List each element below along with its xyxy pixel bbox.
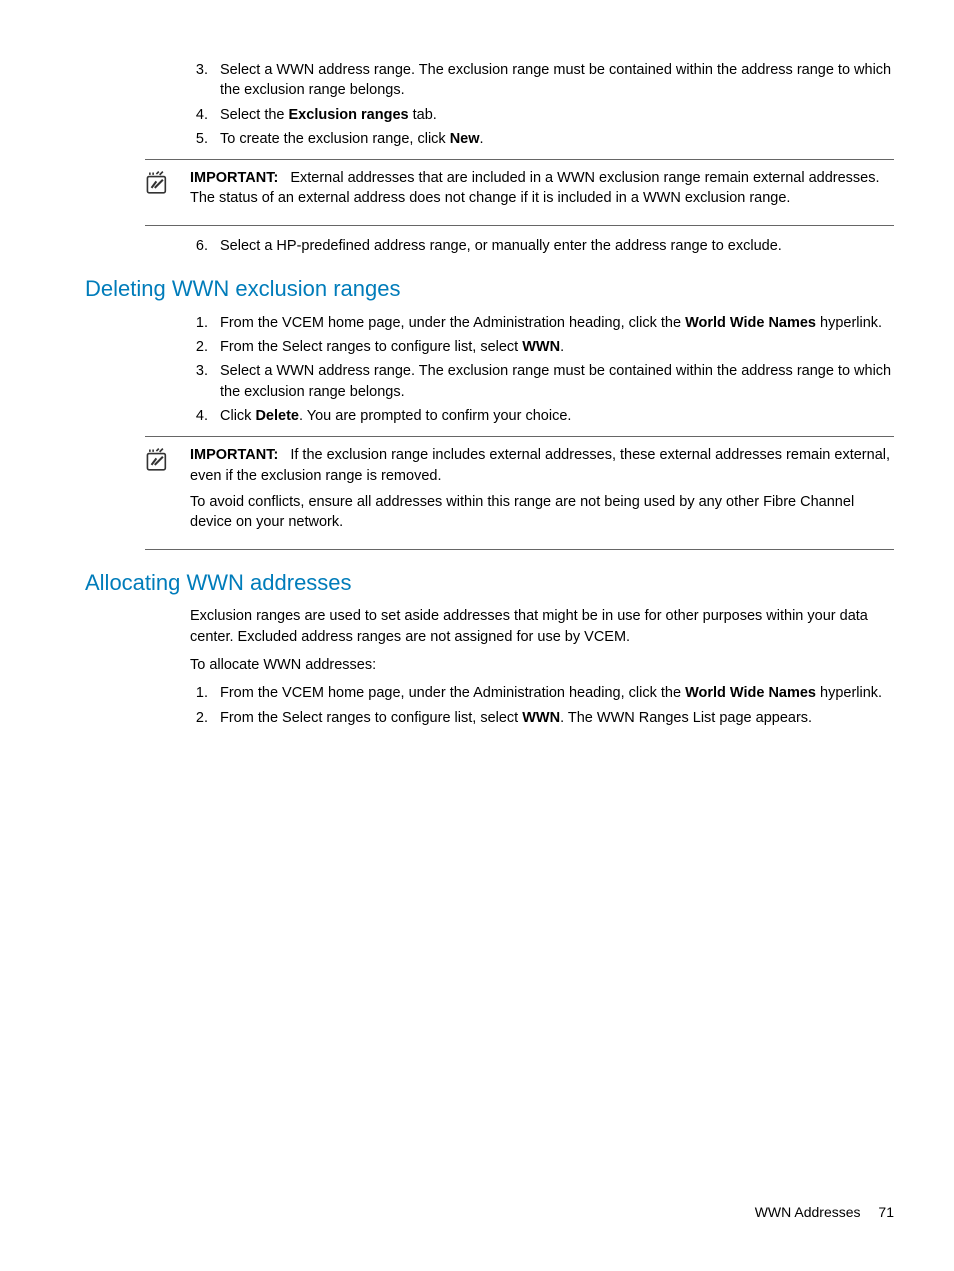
step-number: 2. [190,337,220,357]
step-text: From the VCEM home page, under the Admin… [220,683,894,703]
important-note-1: IMPORTANT:External addresses that are in… [145,159,894,226]
step-text: From the Select ranges to configure list… [220,708,894,728]
step-number: 3. [190,361,220,402]
step-text: Select the Exclusion ranges tab. [220,105,894,125]
step-4: 4. Select the Exclusion ranges tab. [190,105,894,125]
delete-step-1: 1. From the VCEM home page, under the Ad… [190,313,894,333]
step-number: 4. [190,105,220,125]
heading-allocating-wwn-addresses: Allocating WWN addresses [85,568,894,599]
step-number: 5. [190,129,220,149]
bold-text: WWN [522,339,560,355]
step-text: From the VCEM home page, under the Admin… [220,313,894,333]
delete-step-2: 2. From the Select ranges to configure l… [190,337,894,357]
note-label: IMPORTANT: [190,170,278,186]
step-number: 2. [190,708,220,728]
bold-text: WWN [522,710,560,726]
heading-deleting-wwn-exclusion-ranges: Deleting WWN exclusion ranges [85,274,894,305]
step-3: 3. Select a WWN address range. The exclu… [190,60,894,101]
important-note-2: IMPORTANT:If the exclusion range include… [145,436,894,549]
alloc-lead-paragraph: To allocate WWN addresses: [190,655,894,675]
step-6: 6. Select a HP-predefined address range,… [190,236,894,256]
alloc-intro-paragraph: Exclusion ranges are used to set aside a… [190,606,894,647]
step-text: From the Select ranges to configure list… [220,337,894,357]
step-number: 3. [190,60,220,101]
alloc-steps: 1. From the VCEM home page, under the Ad… [190,683,894,728]
bold-text: New [450,131,480,147]
page-number: 71 [878,1204,894,1220]
step-5: 5. To create the exclusion range, click … [190,129,894,149]
step-text: Select a WWN address range. The exclusio… [220,60,894,101]
note-text-1: IMPORTANT:If the exclusion range include… [190,445,894,486]
step-number: 1. [190,683,220,703]
alloc-step-1: 1. From the VCEM home page, under the Ad… [190,683,894,703]
delete-steps: 1. From the VCEM home page, under the Ad… [190,313,894,426]
step-number: 1. [190,313,220,333]
footer-title: WWN Addresses [755,1204,861,1220]
alloc-step-2: 2. From the Select ranges to configure l… [190,708,894,728]
bold-text: World Wide Names [685,315,816,331]
step-6-list: 6. Select a HP-predefined address range,… [190,236,894,256]
top-steps: 3. Select a WWN address range. The exclu… [190,60,894,149]
important-icon [145,168,190,215]
delete-step-4: 4. Click Delete. You are prompted to con… [190,406,894,426]
step-text: To create the exclusion range, click New… [220,129,894,149]
note-label: IMPORTANT: [190,447,278,463]
step-number: 6. [190,236,220,256]
step-text: Click Delete. You are prompted to confir… [220,406,894,426]
step-number: 4. [190,406,220,426]
note-text-2: To avoid conflicts, ensure all addresses… [190,492,894,533]
bold-text: Delete [255,408,299,424]
bold-text: Exclusion ranges [289,107,409,123]
step-text: Select a WWN address range. The exclusio… [220,361,894,402]
page-footer: WWN Addresses 71 [755,1203,894,1223]
bold-text: World Wide Names [685,685,816,701]
step-text: Select a HP-predefined address range, or… [220,236,894,256]
note-text: IMPORTANT:External addresses that are in… [190,168,894,209]
important-icon [145,445,190,538]
delete-step-3: 3. Select a WWN address range. The exclu… [190,361,894,402]
